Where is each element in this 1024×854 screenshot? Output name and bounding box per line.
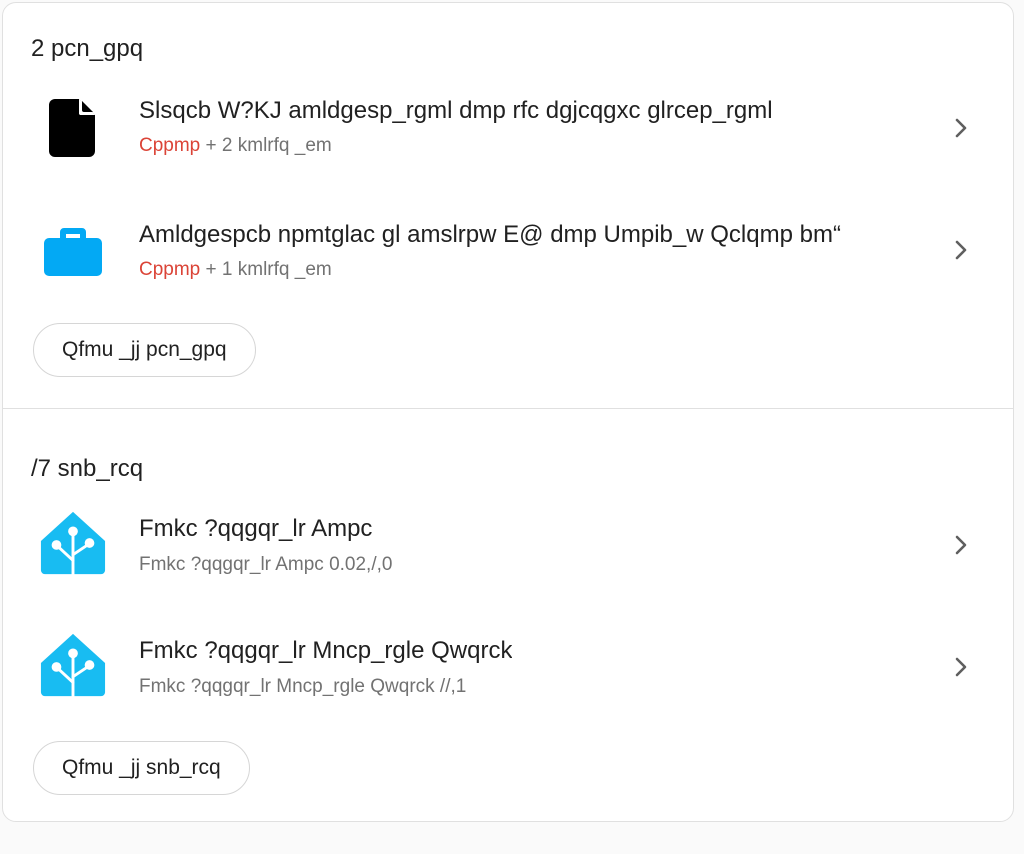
update-item-title: Fmkc ?qqgqr_lr Mncp_rgle Qwqrck [139, 637, 513, 664]
show-all-updates-button[interactable]: Qfmu _jj snb_rcq [33, 741, 250, 795]
repair-item-age: + 1 kmlrfq _em [200, 259, 332, 280]
repair-item-title: Slsqcb W?KJ amldgesp_rgml dmp rfc dgjcqg… [139, 97, 773, 124]
home-assistant-icon [39, 509, 107, 577]
chevron-right-icon [955, 657, 967, 677]
chevron-right-icon [955, 535, 967, 555]
repair-item-subtitle: Cppmp + 1 kmlrfq _em [139, 259, 332, 281]
repairs-section-title: 2 pcn_gpq [31, 35, 144, 62]
show-all-repairs-button[interactable]: Qfmu _jj pcn_gpq [33, 323, 256, 377]
chevron-right-icon [955, 240, 967, 260]
repairs-section: 2 pcn_gpq Slsqcb W?KJ amldgesp_rgml dmp … [3, 3, 1013, 408]
repairs-updates-card: 2 pcn_gpq Slsqcb W?KJ amldgesp_rgml dmp … [2, 2, 1014, 822]
updates-section-title: /7 snb_rcq [31, 455, 144, 482]
chevron-right-icon [955, 118, 967, 138]
update-item[interactable]: Fmkc ?qqgqr_lr Ampc Fmkc ?qqgqr_lr Ampc … [3, 489, 1013, 599]
updates-section: /7 snb_rcq Fmkc ?qqgqr_lr Ampc Fmkc ?qqg… [3, 409, 1013, 821]
repair-item-status: Cppmp [139, 259, 201, 280]
update-item[interactable]: Fmkc ?qqgqr_lr Mncp_rgle Qwqrck Fmkc ?qq… [3, 611, 1013, 721]
update-item-subtitle: Fmkc ?qqgqr_lr Ampc 0.02,/,0 [139, 554, 393, 575]
briefcase-icon [39, 217, 107, 285]
repair-item-subtitle: Cppmp + 2 kmlrfq _em [139, 135, 332, 157]
update-item-title: Fmkc ?qqgqr_lr Ampc [139, 515, 373, 542]
repair-item-age: + 2 kmlrfq _em [200, 135, 332, 156]
file-icon [39, 94, 107, 162]
repair-item-status: Cppmp [139, 135, 201, 156]
repair-item[interactable]: Slsqcb W?KJ amldgesp_rgml dmp rfc dgjcqg… [3, 73, 1013, 183]
repair-item-title: Amldgespcb npmtglac gl amslrpw E@ dmp Um… [139, 221, 841, 248]
repair-item[interactable]: Amldgespcb npmtglac gl amslrpw E@ dmp Um… [3, 195, 1013, 305]
update-item-subtitle: Fmkc ?qqgqr_lr Mncp_rgle Qwqrck //,1 [139, 676, 467, 697]
home-assistant-icon [39, 631, 107, 699]
